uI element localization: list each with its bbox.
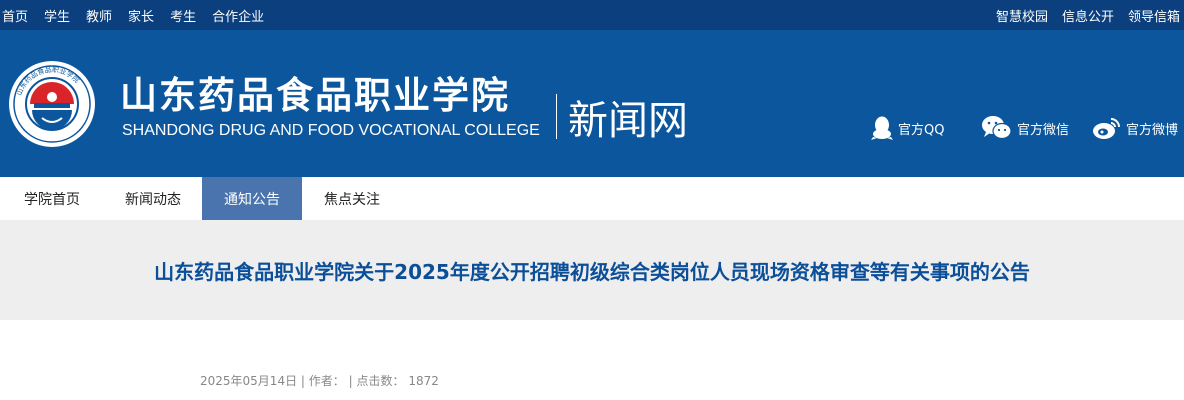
article-title: 山东药品食品职业学院关于2025年度公开招聘初级综合类岗位人员现场资格审查等有关… <box>154 260 1030 284</box>
brand-divider <box>556 94 557 139</box>
top-link-parents[interactable]: 家长 <box>128 6 154 25</box>
qq-icon <box>871 116 893 140</box>
social-wechat[interactable]: 官方微信 <box>981 112 1069 144</box>
section-title: 新闻网 <box>568 98 688 144</box>
social-wechat-label: 官方微信 <box>1017 122 1070 138</box>
article-meta: 2025年05月14日 | 作者： | 点击数： 1872 <box>200 372 439 389</box>
top-link-leader-mailbox[interactable]: 领导信箱 <box>1128 6 1180 25</box>
top-link-partners[interactable]: 合作企业 <box>212 6 264 25</box>
meta-separator: | <box>300 374 309 388</box>
top-link-teachers[interactable]: 教师 <box>86 6 112 25</box>
top-links-right: 智慧校园 信息公开 领导信箱 <box>982 0 1180 30</box>
site-header: 山东药品食品职业学院 山东药品食品职业学院 SHANDONG DRUG AND … <box>0 30 1184 177</box>
social-qq[interactable]: 官方QQ <box>870 112 944 144</box>
social-qq-label: 官方QQ <box>898 122 945 138</box>
wechat-icon <box>982 116 1012 140</box>
college-name-cn: 山东药品食品职业学院 <box>120 73 510 117</box>
top-link-smart-campus[interactable]: 智慧校园 <box>996 6 1048 25</box>
page: 首页 学生 教师 家长 考生 合作企业 智慧校园 信息公开 领导信箱 山东药品食… <box>0 0 1184 400</box>
social-weibo-label: 官方微博 <box>1126 122 1179 138</box>
nav-item-focus[interactable]: 焦点关注 <box>302 177 402 220</box>
top-link-applicants[interactable]: 考生 <box>170 6 196 25</box>
article-author-label: 作者： <box>308 374 345 388</box>
top-link-students[interactable]: 学生 <box>44 6 70 25</box>
nav-item-notices[interactable]: 通知公告 <box>202 177 302 220</box>
nav-item-college-home[interactable]: 学院首页 <box>0 177 104 220</box>
college-logo[interactable]: 山东药品食品职业学院 <box>8 60 96 148</box>
nav-item-news[interactable]: 新闻动态 <box>104 177 202 220</box>
top-links-left: 首页 学生 教师 家长 考生 合作企业 <box>2 0 280 30</box>
social-weibo[interactable]: 官方微博 <box>1092 112 1178 144</box>
main-nav: 学院首页 新闻动态 通知公告 焦点关注 <box>0 177 1184 220</box>
top-bar: 首页 学生 教师 家长 考生 合作企业 智慧校园 信息公开 领导信箱 <box>0 0 1184 30</box>
article-views-label: 点击数： <box>356 374 405 388</box>
top-link-home[interactable]: 首页 <box>2 6 28 25</box>
top-link-info-disclosure[interactable]: 信息公开 <box>1062 6 1114 25</box>
weibo-icon <box>1093 118 1120 139</box>
title-band: 山东药品食品职业学院关于2025年度公开招聘初级综合类岗位人员现场资格审查等有关… <box>0 220 1184 320</box>
college-name-en: SHANDONG DRUG AND FOOD VOCATIONAL COLLEG… <box>122 122 540 139</box>
article-date: 2025年05月14日 <box>200 374 298 388</box>
article-views: 1872 <box>408 374 439 388</box>
